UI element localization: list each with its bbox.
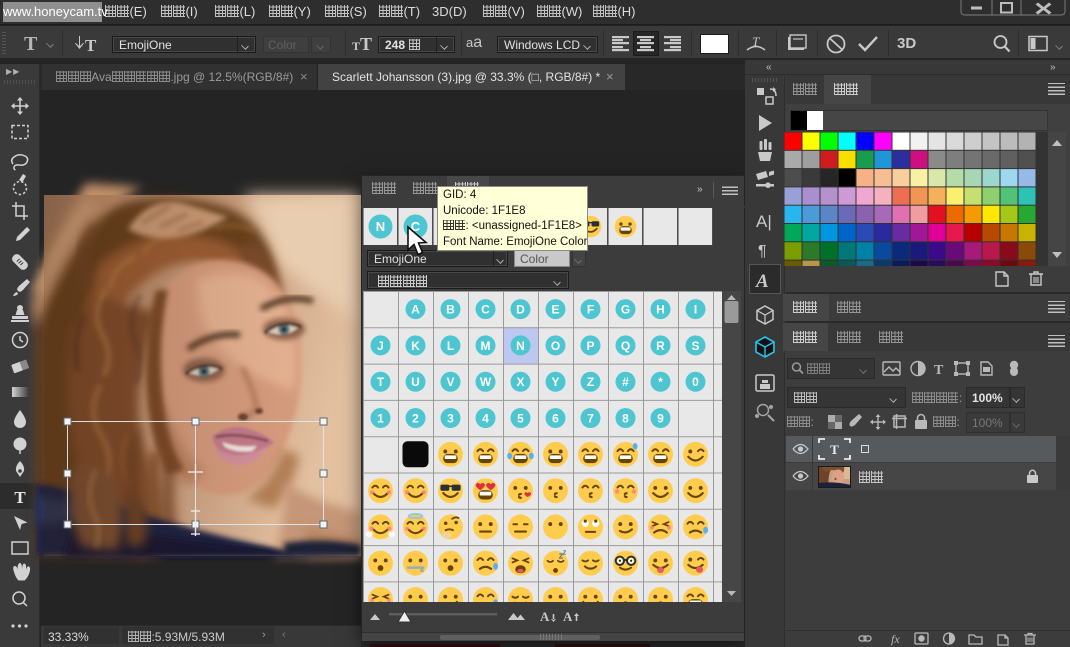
svg-text:F: F	[587, 303, 594, 317]
svg-text:N: N	[516, 339, 525, 353]
svg-text:3: 3	[447, 411, 454, 425]
svg-text:8: 8	[622, 411, 629, 425]
svg-text:S: S	[691, 339, 699, 353]
svg-text:4: 4	[482, 411, 489, 425]
svg-text:T: T	[830, 442, 839, 457]
svg-text:Z: Z	[587, 375, 594, 389]
svg-text:N: N	[376, 219, 385, 234]
svg-text:W: W	[480, 375, 492, 389]
svg-text:V: V	[446, 375, 454, 389]
svg-text:*: *	[658, 375, 663, 389]
svg-text:fx: fx	[891, 632, 900, 646]
svg-text:M: M	[481, 339, 491, 353]
svg-text:I: I	[694, 303, 697, 317]
svg-text:D: D	[516, 303, 525, 317]
svg-text:X: X	[516, 375, 524, 389]
svg-text:B: B	[446, 303, 455, 317]
svg-text:6: 6	[552, 411, 559, 425]
svg-text:C: C	[481, 303, 490, 317]
svg-text:E: E	[551, 303, 559, 317]
svg-text:P: P	[586, 339, 594, 353]
svg-text:K: K	[411, 339, 420, 353]
svg-text:A: A	[563, 609, 573, 624]
svg-text:T: T	[85, 36, 97, 55]
svg-text:Q: Q	[621, 339, 630, 353]
svg-text:#: #	[622, 375, 629, 389]
svg-text:¶: ¶	[758, 243, 767, 260]
svg-text:H: H	[656, 303, 665, 317]
svg-text:A|: A|	[756, 212, 772, 231]
svg-text:T: T	[377, 375, 385, 389]
svg-text:T: T	[934, 363, 944, 378]
svg-text:U: U	[411, 375, 420, 389]
svg-text:A: A	[540, 609, 550, 624]
svg-text:9: 9	[657, 411, 664, 425]
svg-text:R: R	[656, 339, 665, 353]
svg-text:O: O	[551, 339, 560, 353]
svg-text:7: 7	[587, 411, 594, 425]
svg-text:G: G	[621, 303, 630, 317]
svg-text:0: 0	[692, 375, 699, 389]
svg-text:2: 2	[412, 411, 419, 425]
svg-text:L: L	[447, 339, 454, 353]
svg-text:A: A	[755, 271, 769, 292]
svg-text:1: 1	[377, 411, 384, 425]
svg-text:5: 5	[517, 411, 524, 425]
svg-text:Y: Y	[551, 375, 559, 389]
svg-text:T: T	[14, 488, 26, 507]
svg-text:T: T	[752, 34, 760, 49]
svg-text:A: A	[411, 303, 420, 317]
svg-text:J: J	[377, 339, 384, 353]
